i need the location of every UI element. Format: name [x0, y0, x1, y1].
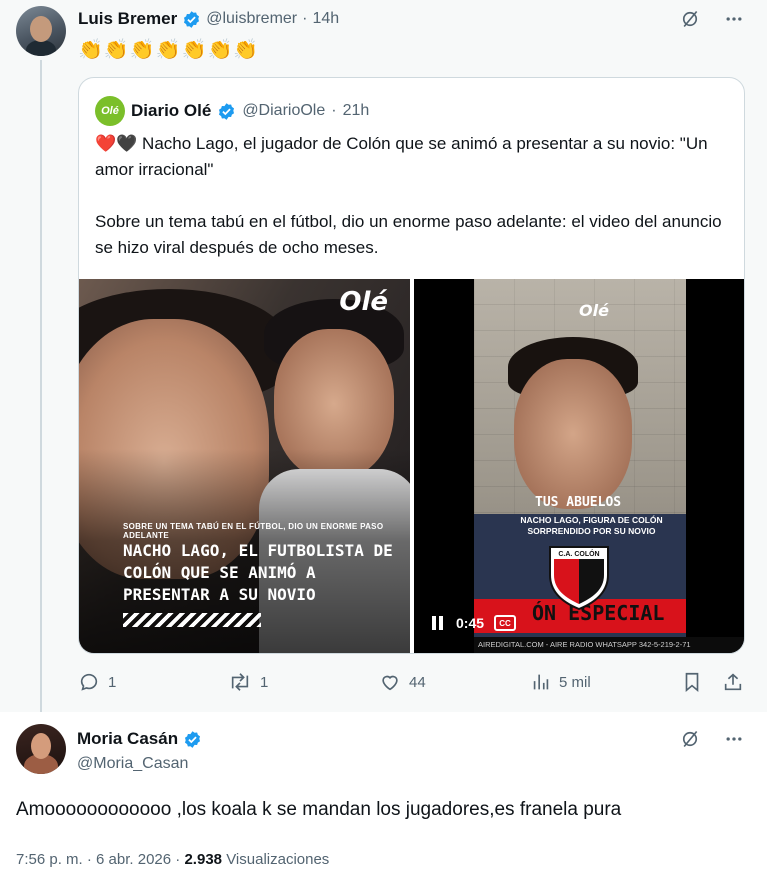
avatar-luis-bremer[interactable]	[16, 6, 66, 56]
post-time[interactable]: 7:56 p. m.	[16, 851, 83, 868]
quoted-tweet-header: Olé Diario Olé @DiarioOle · 21h	[95, 96, 369, 126]
tweet-top-actions	[679, 728, 745, 750]
repost-icon	[231, 673, 249, 691]
views-button[interactable]: 5 mil	[531, 671, 591, 693]
video-overlay-subtitle: NACHO LAGO, FIGURA DE COLÓN SORPRENDIDO …	[520, 515, 663, 536]
video-controls: 0:45 CC	[432, 615, 517, 631]
reply-icon	[80, 673, 98, 691]
views-label: Visualizaciones	[226, 851, 330, 868]
photo-small-caption: SOBRE UN TEMA TABÚ EN EL FÚTBOL, DIO UN …	[123, 522, 384, 540]
tweet-text: Amoooooooooooo ,los koala k se mandan lo…	[16, 799, 622, 820]
thread-connector	[40, 60, 42, 712]
verified-badge-icon	[219, 102, 235, 120]
captions-icon[interactable]: CC	[494, 615, 517, 631]
verified-badge-icon	[184, 10, 200, 28]
author-handle[interactable]: @Moria_Casan	[77, 755, 188, 773]
more-icon[interactable]	[723, 8, 745, 30]
author-name[interactable]: Moria Casán	[77, 729, 178, 749]
video-overlay-title: TUS ABUELOS	[535, 495, 622, 510]
views-count: 5 mil	[559, 673, 591, 691]
avatar-moria-casan[interactable]	[16, 724, 66, 774]
share-icon	[724, 673, 742, 691]
ole-watermark: Olé	[579, 301, 609, 320]
share-button[interactable]	[722, 671, 744, 693]
media-photo[interactable]: Olé SOBRE UN TEMA TABÚ EN EL FÚTBOL, DIO…	[79, 279, 410, 653]
tweet-meta: 7:56 p. m. · 6 abr. 2026 · 2.938 Visuali…	[16, 851, 329, 868]
like-count: 44	[409, 673, 426, 691]
media-grid: Olé SOBRE UN TEMA TABÚ EN EL FÚTBOL, DIO…	[79, 279, 744, 653]
quoted-tweet[interactable]: Olé Diario Olé @DiarioOle · 21h ❤️🖤 Nach…	[78, 77, 745, 654]
tweet-luis-bremer[interactable]: Luis Bremer @luisbremer · 14h 👏👏👏👏👏👏👏 Ol…	[0, 0, 767, 712]
quoted-paragraph-2: Sobre un tema tabú en el fútbol, dio un …	[95, 212, 722, 257]
quoted-tweet-text: ❤️🖤 Nacho Lago, el jugador de Colón que …	[95, 131, 725, 261]
repost-count: 1	[260, 673, 269, 691]
tweet-top-actions	[679, 8, 745, 30]
bookmark-button[interactable]	[682, 671, 702, 693]
bookmark-icon	[685, 672, 699, 693]
caption-stripes	[123, 613, 261, 627]
tweet-header: Moria Casán	[77, 729, 202, 749]
separator-dot: ·	[331, 102, 337, 119]
separator-dot: ·	[175, 851, 181, 868]
quoted-author-name: Diario Olé	[131, 101, 212, 120]
pause-icon[interactable]	[432, 616, 446, 630]
tweet-text: 👏👏👏👏👏👏👏	[78, 39, 260, 61]
post-date[interactable]: 6 abr. 2026	[96, 851, 171, 868]
post-time[interactable]: 14h	[312, 10, 339, 28]
video-elapsed: 0:45	[456, 615, 485, 631]
avatar-diario-ole: Olé	[95, 96, 125, 126]
photo-headline: NACHO LAGO, EL FUTBOLISTA DE COLÓN QUE S…	[123, 541, 393, 604]
separator-dot: ·	[86, 851, 92, 868]
like-icon	[382, 675, 398, 691]
repost-button[interactable]: 1	[228, 671, 268, 693]
like-button[interactable]: 44	[379, 671, 426, 693]
author-handle[interactable]: @luisbremer	[206, 10, 297, 28]
colon-shield-icon: C.A. COLÓN	[549, 546, 609, 611]
quoted-author-handle: @DiarioOle	[242, 102, 326, 119]
more-icon[interactable]	[723, 728, 745, 750]
quoted-post-time: 21h	[342, 102, 370, 119]
shield-text: C.A. COLÓN	[558, 549, 599, 558]
quoted-paragraph-1: ❤️🖤 Nacho Lago, el jugador de Colón que …	[95, 134, 708, 179]
grok-icon[interactable]	[679, 8, 701, 30]
tweet-header: Luis Bremer @luisbremer · 14h	[78, 8, 339, 30]
tweet-actions: 1 1 44 5 mil	[78, 671, 748, 695]
ole-watermark: Olé	[339, 287, 388, 317]
author-name[interactable]: Luis Bremer	[78, 9, 177, 29]
video-ticker: AIREDIGITAL.COM - AIRE RADIO WHATSAPP 34…	[474, 637, 744, 653]
views-icon	[533, 674, 549, 690]
reply-button[interactable]: 1	[78, 671, 116, 693]
verified-badge-icon	[185, 730, 201, 748]
media-video[interactable]: Olé TUS ABUELOS NACHO LAGO, FIGURA DE CO…	[414, 279, 744, 653]
grok-icon[interactable]	[679, 728, 701, 750]
reply-count: 1	[108, 673, 117, 691]
separator-dot: ·	[302, 10, 308, 27]
views-count: 2.938	[184, 851, 223, 868]
